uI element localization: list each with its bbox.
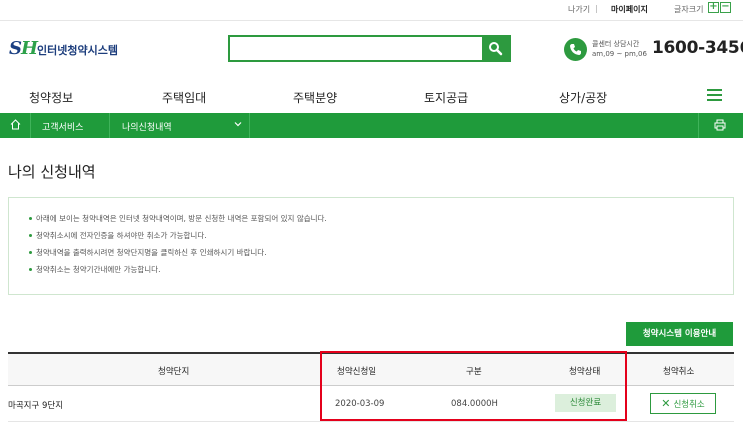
notice-list: 아래에 보이는 청약내역은 인터넷 청약내역이며, 방문 신청한 내역은 포함되…: [29, 210, 327, 278]
callcenter-label: 콜센터 상담시간: [592, 40, 640, 48]
search-input[interactable]: [230, 37, 482, 60]
util-separator: |: [595, 4, 598, 13]
callcenter-number: 1600-3456: [652, 38, 743, 58]
notice-box: 아래에 보이는 청약내역은 인터넷 청약내역이며, 방문 신청한 내역은 포함되…: [8, 197, 734, 295]
site-name: 인터넷청약시스템: [37, 44, 118, 57]
phone-icon: [564, 38, 587, 61]
cancel-application-button[interactable]: ✕ 신청취소: [650, 393, 716, 414]
complex-name-link[interactable]: 마곡지구 9단지: [8, 399, 63, 411]
nav-item-land-supply[interactable]: 토지공급: [424, 89, 468, 106]
callcenter-time: am,09 ~ pm,06: [592, 50, 647, 58]
print-icon: [714, 119, 726, 131]
nav-item-commercial[interactable]: 상가/공장: [559, 89, 607, 106]
cancel-label: 신청취소: [673, 400, 705, 410]
breadcrumb-customer-service[interactable]: 고객서비스: [31, 113, 110, 138]
mypage-link[interactable]: 마이페이지: [611, 4, 648, 15]
font-size-label: 글자크기: [674, 5, 704, 14]
search-icon: [489, 42, 503, 56]
print-button[interactable]: [698, 113, 743, 138]
close-icon: ✕: [661, 397, 671, 410]
header-complex: 청약단지: [158, 367, 190, 377]
breadcrumb-current-label: 나의신청내역: [122, 123, 172, 133]
top-divider: [0, 20, 743, 21]
notice-item: 청약취소는 청약기간내에만 가능합니다.: [29, 261, 327, 278]
chevron-down-icon: [234, 122, 242, 127]
font-decrease-button[interactable]: −: [720, 2, 731, 13]
highlight-box: [320, 351, 627, 421]
nav-item-housing-sale[interactable]: 주택분양: [293, 89, 337, 106]
search-box: [228, 35, 511, 62]
breadcrumb-my-applications[interactable]: 나의신청내역: [110, 113, 250, 138]
notice-item: 청약취소시에 전자인증을 하셔야만 취소가 가능합니다.: [29, 227, 327, 244]
hamburger-menu-icon[interactable]: [707, 89, 722, 102]
home-button[interactable]: [0, 113, 31, 138]
nav-item-subscription-info[interactable]: 청약정보: [29, 89, 73, 106]
notice-item: 청약내역을 출력하시려면 청약단지명을 클릭하신 후 인쇄하시기 바랍니다.: [29, 244, 327, 261]
system-guide-button[interactable]: 청약시스템 이용안내: [626, 322, 733, 346]
notice-item: 아래에 보이는 청약내역은 인터넷 청약내역이며, 방문 신청한 내역은 포함되…: [29, 210, 327, 227]
font-increase-button[interactable]: +: [708, 2, 719, 13]
location-bar: 고객서비스 나의신청내역: [0, 113, 743, 138]
logout-link[interactable]: 나가기: [568, 4, 590, 15]
home-icon: [10, 119, 21, 130]
search-button[interactable]: [482, 37, 509, 60]
page-title: 나의 신청내역: [8, 163, 96, 181]
nav-item-rental[interactable]: 주택임대: [162, 89, 206, 106]
callcenter-hours: 콜센터 상담시간 am,09 ~ pm,06: [592, 39, 647, 59]
main-nav: 청약정보 주택임대 주택분양 토지공급 상가/공장: [0, 83, 743, 113]
sh-logo-mark: SH: [9, 38, 38, 59]
header-cancel: 청약취소: [663, 367, 695, 377]
utility-bar: 나가기 | 마이페이지 글자크기 + −: [0, 0, 743, 20]
